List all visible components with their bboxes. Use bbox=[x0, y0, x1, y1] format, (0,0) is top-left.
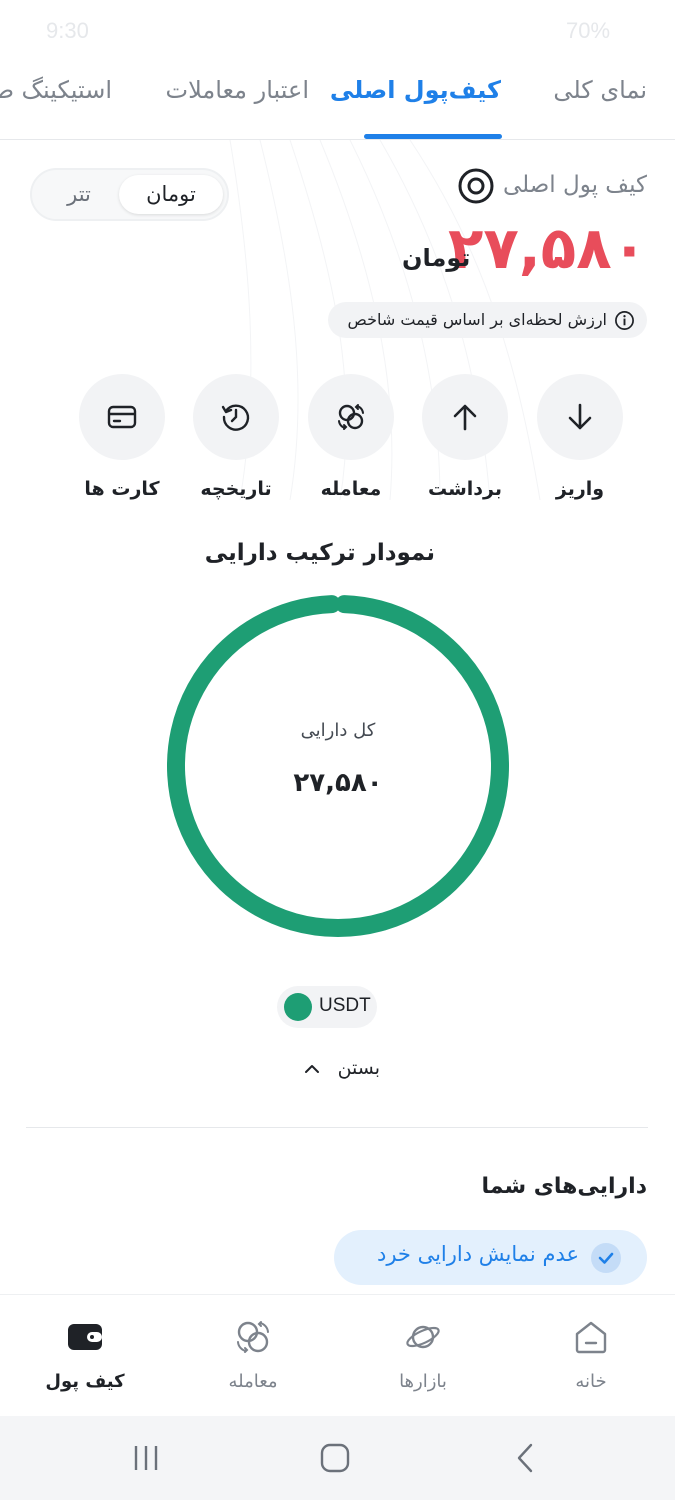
balance-unit: تومان bbox=[402, 244, 471, 272]
collapse-label: بستن bbox=[337, 1057, 380, 1079]
exchange-icon bbox=[338, 404, 364, 430]
tab-staking[interactable]: استیکینگ ط bbox=[0, 76, 112, 104]
info-icon[interactable] bbox=[614, 310, 635, 331]
collapse-button[interactable]: بستن bbox=[300, 1054, 390, 1084]
recent-apps-icon[interactable] bbox=[130, 1442, 162, 1474]
wallet-title: کیف پول اصلی bbox=[502, 172, 647, 198]
usdt-donut-segment bbox=[167, 595, 509, 937]
system-navigation-bar bbox=[0, 1416, 675, 1500]
history-icon bbox=[221, 404, 250, 431]
hide-small-assets-label: عدم نمایش دارایی خرد bbox=[376, 1242, 579, 1266]
legend-dot bbox=[284, 993, 312, 1021]
hide-small-assets-toggle[interactable]: عدم نمایش دارایی خرد bbox=[334, 1230, 647, 1285]
tab-trade-credit[interactable]: اعتبار معاملات bbox=[165, 76, 309, 104]
nav-trade[interactable]: معامله bbox=[198, 1317, 308, 1392]
nav-markets[interactable]: بازارها bbox=[368, 1317, 478, 1392]
currency-toggle: تومان تتر bbox=[30, 168, 229, 221]
withdraw-label: برداشت bbox=[427, 478, 502, 500]
eye-icon[interactable] bbox=[456, 166, 496, 206]
section-divider bbox=[26, 1127, 648, 1128]
nav-home-label: خانه bbox=[575, 1371, 607, 1392]
tab-overview[interactable]: نمای کلی bbox=[553, 76, 647, 104]
cards-button[interactable]: کارت ها bbox=[78, 374, 166, 500]
trade-label: معامله bbox=[320, 478, 382, 500]
active-tab-indicator bbox=[364, 134, 502, 139]
status-battery: 70% bbox=[566, 18, 611, 43]
card-icon bbox=[107, 405, 137, 429]
nav-markets-label: بازارها bbox=[399, 1371, 447, 1392]
legend-usdt[interactable]: USDT bbox=[277, 986, 377, 1028]
chevron-up-icon bbox=[305, 1065, 319, 1073]
back-icon[interactable] bbox=[510, 1442, 542, 1474]
bottom-navigation: خانه بازارها معامله کیف پول bbox=[0, 1294, 675, 1416]
nav-home[interactable]: خانه bbox=[536, 1317, 646, 1392]
asset-donut-chart bbox=[167, 595, 509, 937]
arrow-up-icon bbox=[453, 404, 477, 431]
status-bar: 9:30 70% bbox=[0, 0, 675, 54]
exchange-icon bbox=[237, 1321, 269, 1353]
nav-wallet[interactable]: کیف پول bbox=[30, 1317, 140, 1392]
check-icon bbox=[591, 1243, 621, 1273]
cards-label: کارت ها bbox=[84, 478, 160, 500]
planet-icon bbox=[406, 1325, 440, 1349]
composition-title: نمودار ترکیب دارایی bbox=[204, 540, 435, 566]
arrow-down-icon bbox=[568, 403, 592, 430]
nav-trade-label: معامله bbox=[228, 1371, 278, 1392]
history-button[interactable]: تاریخچه bbox=[192, 374, 280, 500]
donut-center-value: ۲۷,۵۸۰ bbox=[293, 768, 383, 798]
wallet-tabs: نمای کلی کیف‌پول اصلی اعتبار معاملات است… bbox=[0, 54, 675, 140]
status-time: 9:30 bbox=[46, 18, 89, 43]
home-icon bbox=[575, 1321, 607, 1354]
price-note: ارزش لحظه‌ای بر اساس قیمت شاخص bbox=[328, 302, 647, 338]
home-button-icon[interactable] bbox=[319, 1442, 351, 1474]
wallet-icon bbox=[68, 1324, 102, 1350]
history-label: تاریخچه bbox=[200, 478, 272, 500]
nav-wallet-label: کیف پول bbox=[45, 1371, 125, 1392]
balance-amount: ۲۷,۵۸۰ bbox=[447, 214, 647, 282]
deposit-button[interactable]: واریز bbox=[536, 374, 624, 500]
assets-title: دارایی‌های شما bbox=[481, 1174, 647, 1199]
currency-toman[interactable]: تومان bbox=[119, 175, 223, 214]
withdraw-button[interactable]: برداشت bbox=[421, 374, 509, 500]
deposit-label: واریز bbox=[555, 478, 605, 500]
tab-main-wallet[interactable]: کیف‌پول اصلی bbox=[330, 76, 501, 104]
legend-label: USDT bbox=[319, 995, 371, 1016]
trade-button[interactable]: معامله bbox=[307, 374, 395, 500]
donut-center-label: کل دارایی bbox=[300, 720, 376, 741]
price-note-text: ارزش لحظه‌ای بر اساس قیمت شاخص bbox=[347, 310, 607, 329]
currency-tether[interactable]: تتر bbox=[44, 175, 114, 214]
